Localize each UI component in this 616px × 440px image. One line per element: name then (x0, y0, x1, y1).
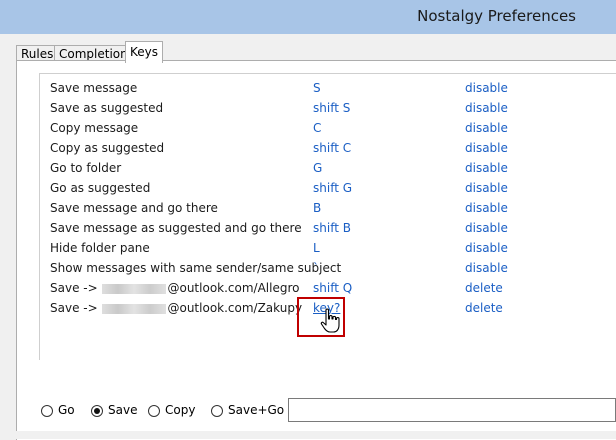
redacted-email (102, 303, 167, 314)
radio-save-go-indicator[interactable] (211, 404, 223, 417)
action-label: Copy as suggested (50, 141, 165, 155)
folder-input[interactable] (288, 398, 616, 422)
disable-link[interactable]: disable (465, 118, 508, 138)
key-binding[interactable]: shift G (313, 178, 352, 198)
action-label: Show messages with same sender/same subj… (50, 261, 342, 275)
radio-save-go[interactable]: Save+Go (211, 395, 284, 425)
window-body: Rules Completion Keys Save message S dis… (8, 34, 616, 440)
radio-copy[interactable]: Copy (148, 395, 195, 425)
disable-link[interactable]: disable (465, 158, 508, 178)
disable-link[interactable]: disable (465, 78, 508, 98)
key-binding[interactable]: L (313, 238, 320, 258)
action-label: Go as suggested (50, 181, 151, 195)
key-binding[interactable]: C (313, 118, 321, 138)
key-binding[interactable]: B (313, 198, 321, 218)
radio-save-label: Save (108, 403, 138, 417)
disable-link[interactable]: disable (465, 138, 508, 158)
list-item: Copy as suggested shift C disable (40, 138, 616, 158)
action-label: Save -> @outlook.com/Allegro (50, 278, 299, 298)
radio-save-indicator[interactable] (91, 404, 103, 417)
list-item: Copy message C disable (40, 118, 616, 138)
action-prefix: Save -> (50, 281, 98, 295)
action-mode-bar: Go Save Copy Save+Go (0, 395, 616, 425)
hand-cursor-icon (320, 308, 340, 333)
radio-save-go-label: Save+Go (228, 403, 285, 417)
action-label: Save message and go there (50, 201, 218, 215)
keys-panel: Save message S disable Save as suggested… (16, 60, 616, 440)
list-item: Save message and go there B disable (40, 198, 616, 218)
action-label: Save message (50, 81, 138, 95)
disable-link[interactable]: disable (465, 238, 508, 258)
disable-link[interactable]: disable (465, 218, 508, 238)
list-item: Save as suggested shift S disable (40, 98, 616, 118)
disable-link[interactable]: disable (465, 198, 508, 218)
window-title: Nostalgy Preferences (417, 7, 576, 25)
disable-link[interactable]: disable (465, 258, 508, 278)
list-item: Save message S disable (40, 78, 616, 98)
list-item: Save message as suggested and go there s… (40, 218, 616, 238)
radio-go[interactable]: Go (41, 395, 75, 425)
radio-copy-label: Copy (165, 403, 196, 417)
action-label: Save message as suggested and go there (50, 221, 302, 235)
list-item: Show messages with same sender/same subj… (40, 258, 616, 278)
key-binding[interactable]: S (313, 78, 321, 98)
list-item: Go to folder G disable (40, 158, 616, 178)
action-label: Go to folder (50, 161, 122, 175)
redacted-email (102, 283, 167, 294)
action-suffix: @outlook.com/Zakupy (167, 301, 303, 315)
window-bottom-edge (8, 431, 616, 439)
key-binding[interactable]: shift B (313, 218, 351, 238)
tab-keys[interactable]: Keys (125, 41, 164, 63)
list-item: Go as suggested shift G disable (40, 178, 616, 198)
action-suffix: @outlook.com/Allegro (167, 281, 300, 295)
action-label: Hide folder pane (50, 241, 150, 255)
title-bar: Nostalgy Preferences (0, 0, 616, 34)
delete-link[interactable]: delete (465, 278, 503, 298)
action-label: Save as suggested (50, 101, 164, 115)
key-binding[interactable]: shift S (313, 98, 350, 118)
radio-copy-indicator[interactable] (148, 404, 160, 417)
radio-go-indicator[interactable] (41, 404, 53, 417)
key-binding[interactable]: G (313, 158, 322, 178)
key-binding[interactable]: ` (313, 258, 319, 278)
key-binding[interactable]: shift C (313, 138, 351, 158)
disable-link[interactable]: disable (465, 98, 508, 118)
action-prefix: Save -> (50, 301, 98, 315)
radio-go-label: Go (58, 403, 75, 417)
list-item: Hide folder pane L disable (40, 238, 616, 258)
delete-link[interactable]: delete (465, 298, 503, 318)
list-item: Save -> @outlook.com/Allegro shift Q del… (40, 278, 616, 298)
action-label: Copy message (50, 121, 139, 135)
action-label: Save -> @outlook.com/Zakupy (50, 298, 302, 318)
key-binding[interactable]: shift Q (313, 278, 352, 298)
disable-link[interactable]: disable (465, 178, 508, 198)
radio-save[interactable]: Save (91, 395, 137, 425)
